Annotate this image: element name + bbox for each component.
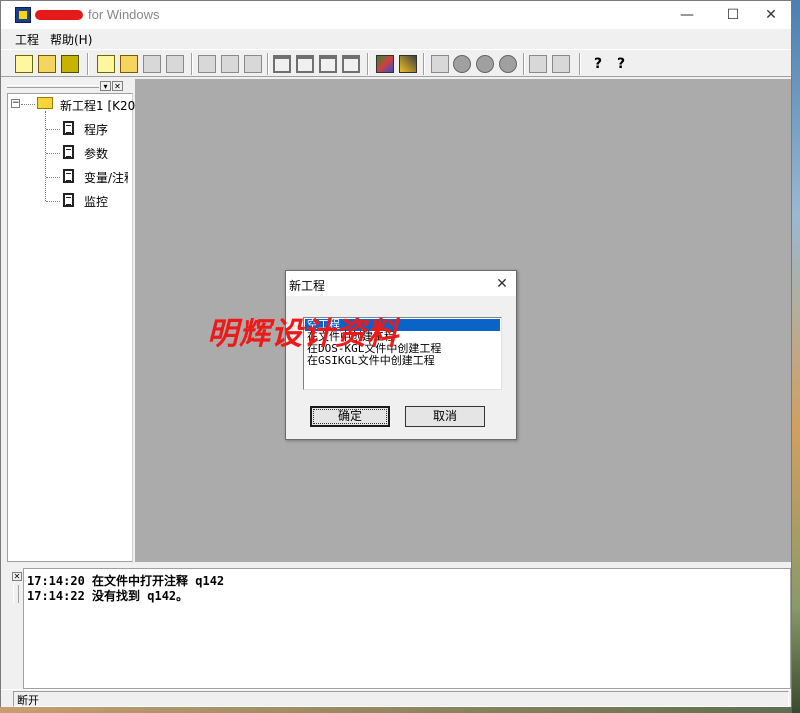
list-item-from-gsikgl[interactable]: 在GSIKGL文件中创建工程 — [305, 355, 500, 367]
upload-icon[interactable] — [552, 55, 570, 73]
tree-item-parameters[interactable]: 参数 — [84, 145, 108, 162]
new-project-dialog: 新工程 ✕ 空工程 在文件中创建工程 在DOS-KGL文件中创建工程 在GSIK… — [285, 270, 517, 440]
main-window: for Windows — ☐ ✕ 工程 帮助(H) ? ? ▾ ✕ − 新工程… — [0, 0, 792, 707]
toolbar-separator — [267, 53, 269, 75]
minimize-button[interactable]: — — [664, 1, 710, 29]
document-icon — [63, 145, 74, 159]
frame-3-icon[interactable] — [319, 55, 337, 73]
dialog-title: 新工程 — [289, 279, 326, 293]
menu-project[interactable]: 工程 — [15, 31, 39, 48]
close-button[interactable]: ✕ — [748, 1, 794, 29]
context-help-icon[interactable]: ? — [612, 55, 630, 73]
title-bar[interactable]: for Windows — ☐ ✕ — [1, 1, 791, 29]
status-bar: 断开 — [1, 689, 791, 707]
tree-collapse-toggle[interactable]: − — [11, 99, 20, 108]
dialog-close-button[interactable]: ✕ — [492, 274, 512, 294]
tree-connector — [46, 129, 60, 130]
title-redaction — [35, 10, 83, 20]
run-icon[interactable] — [431, 55, 449, 73]
toolbar: ? ? — [1, 49, 791, 77]
document-icon — [63, 193, 74, 207]
document-icon — [63, 121, 74, 135]
toolbar-separator — [523, 53, 525, 75]
monitor-icon[interactable] — [499, 55, 517, 73]
print-icon[interactable] — [166, 55, 184, 73]
tree-connector — [45, 111, 46, 201]
dialog-title-bar[interactable]: 新工程 ✕ — [286, 271, 516, 296]
frame-2-icon[interactable] — [296, 55, 314, 73]
save-file-icon[interactable] — [143, 55, 161, 73]
save-project-icon[interactable] — [61, 55, 79, 73]
step-icon[interactable] — [476, 55, 494, 73]
connection-status: 断开 — [17, 694, 39, 707]
tree-pane-grip[interactable] — [7, 85, 99, 88]
stop-icon[interactable] — [453, 55, 471, 73]
cancel-button[interactable]: 取消 — [405, 406, 485, 427]
tree-connector — [46, 153, 60, 154]
tree-connector — [46, 177, 60, 178]
frame-4-icon[interactable] — [342, 55, 360, 73]
menu-help[interactable]: 帮助(H) — [50, 31, 92, 48]
open-file-icon[interactable] — [120, 55, 138, 73]
toolbar-separator — [87, 53, 89, 75]
toolbar-separator — [191, 53, 193, 75]
copy-icon[interactable] — [221, 55, 239, 73]
open-project-icon[interactable] — [38, 55, 56, 73]
new-file-icon[interactable] — [97, 55, 115, 73]
toolbar-separator — [423, 53, 425, 75]
tree-pane-close-button[interactable]: ✕ — [112, 81, 123, 91]
toolbar-separator — [579, 53, 581, 75]
help-icon[interactable]: ? — [589, 55, 607, 73]
watermark-text: 明辉设计资料 — [207, 316, 399, 352]
paste-icon[interactable] — [244, 55, 262, 73]
app-icon[interactable] — [15, 7, 31, 23]
log-line: 17:14:22 没有找到 q142。 — [27, 589, 189, 603]
frame-1-icon[interactable] — [273, 55, 291, 73]
toolbar-separator — [367, 53, 369, 75]
project-tree — [7, 93, 133, 562]
pen-icon[interactable] — [399, 55, 417, 73]
menu-bar: 工程 帮助(H) — [1, 29, 791, 49]
download-icon[interactable] — [529, 55, 547, 73]
tree-item-monitor[interactable]: 监控 — [84, 193, 108, 210]
ok-button[interactable]: 确定 — [310, 406, 390, 427]
tree-connector — [21, 104, 35, 105]
color-palette-icon[interactable] — [376, 55, 394, 73]
tree-item-program[interactable]: 程序 — [84, 121, 108, 138]
cut-icon[interactable] — [198, 55, 216, 73]
new-project-icon[interactable] — [15, 55, 33, 73]
tree-connector — [46, 201, 60, 202]
tree-root-project[interactable]: 新工程1 [K20 — [60, 97, 135, 114]
window-title: for Windows — [88, 7, 160, 22]
output-pane-grip[interactable] — [13, 585, 19, 603]
tree-item-variables[interactable]: 变量/注释 — [84, 169, 128, 186]
status-cell — [13, 691, 789, 707]
folder-icon — [37, 97, 53, 109]
output-pane-close-button[interactable]: ✕ — [12, 572, 22, 581]
tree-pane-dropdown-button[interactable]: ▾ — [100, 81, 111, 91]
document-icon — [63, 169, 74, 183]
desktop-background — [792, 0, 800, 713]
